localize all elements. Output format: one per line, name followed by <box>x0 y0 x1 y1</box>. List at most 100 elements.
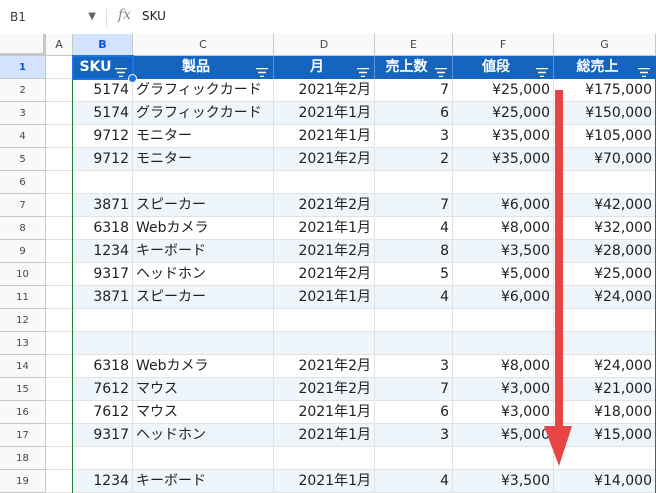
cell-a[interactable] <box>46 332 73 355</box>
cell-a[interactable] <box>46 102 73 125</box>
table-cell-qty[interactable]: 6 <box>375 102 453 125</box>
table-cell-sku[interactable]: 1234 <box>73 240 133 263</box>
table-cell-qty[interactable]: 8 <box>375 240 453 263</box>
table-cell-product[interactable]: グラフィックカード <box>133 79 274 102</box>
table-cell-sku[interactable]: 7612 <box>73 378 133 401</box>
select-all-corner[interactable] <box>0 34 46 56</box>
header-cell-g[interactable]: 総売上 <box>554 56 656 79</box>
table-cell-sku[interactable]: 9712 <box>73 125 133 148</box>
cell-a[interactable] <box>46 171 73 194</box>
table-cell-sku[interactable]: 5174 <box>73 102 133 125</box>
row-header[interactable]: 4 <box>0 125 46 148</box>
table-cell-sku[interactable]: 9712 <box>73 148 133 171</box>
table-cell-month[interactable] <box>274 171 375 194</box>
table-cell-total[interactable]: ¥14,000 <box>554 470 656 493</box>
row-header[interactable]: 9 <box>0 240 46 263</box>
row-header[interactable]: 14 <box>0 355 46 378</box>
cell-a[interactable] <box>46 355 73 378</box>
table-cell-qty[interactable]: 3 <box>375 424 453 447</box>
table-cell-month[interactable] <box>274 447 375 470</box>
row-header[interactable]: 5 <box>0 148 46 171</box>
column-header-f[interactable]: F <box>453 34 554 56</box>
column-header-e[interactable]: E <box>375 34 453 56</box>
row-header[interactable]: 8 <box>0 217 46 240</box>
table-cell-month[interactable]: 2021年1月 <box>274 102 375 125</box>
cell-a[interactable] <box>46 125 73 148</box>
cell-a[interactable] <box>46 217 73 240</box>
table-cell-sku[interactable] <box>73 447 133 470</box>
fill-handle[interactable] <box>128 74 137 83</box>
table-cell-qty[interactable]: 4 <box>375 286 453 309</box>
filter-icon[interactable] <box>638 62 650 78</box>
table-cell-price[interactable]: ¥3,500 <box>453 470 554 493</box>
cell-a[interactable] <box>46 286 73 309</box>
table-cell-month[interactable]: 2021年2月 <box>274 355 375 378</box>
row-header[interactable]: 15 <box>0 378 46 401</box>
formula-input[interactable]: SKU <box>142 9 166 23</box>
table-cell-qty[interactable]: 3 <box>375 355 453 378</box>
table-cell-month[interactable]: 2021年2月 <box>274 378 375 401</box>
table-cell-month[interactable]: 2021年1月 <box>274 217 375 240</box>
column-header-a[interactable]: A <box>46 34 73 56</box>
filter-icon[interactable] <box>357 62 369 78</box>
cell-a[interactable] <box>46 79 73 102</box>
row-header[interactable]: 3 <box>0 102 46 125</box>
table-cell-product[interactable]: スピーカー <box>133 194 274 217</box>
cell-a[interactable] <box>46 309 73 332</box>
column-header-c[interactable]: C <box>133 34 274 56</box>
row-header[interactable]: 11 <box>0 286 46 309</box>
row-header[interactable]: 18 <box>0 447 46 470</box>
table-cell-month[interactable]: 2021年2月 <box>274 194 375 217</box>
table-cell-product[interactable] <box>133 309 274 332</box>
table-cell-qty[interactable]: 7 <box>375 79 453 102</box>
cell-a[interactable] <box>46 401 73 424</box>
table-cell-qty[interactable]: 7 <box>375 194 453 217</box>
table-cell-month[interactable]: 2021年1月 <box>274 125 375 148</box>
table-cell-sku[interactable]: 9317 <box>73 263 133 286</box>
row-header[interactable]: 17 <box>0 424 46 447</box>
header-cell-c[interactable]: 製品 <box>133 56 274 79</box>
table-cell-product[interactable]: ヘッドホン <box>133 263 274 286</box>
table-cell-month[interactable]: 2021年2月 <box>274 148 375 171</box>
table-cell-product[interactable] <box>133 332 274 355</box>
row-header-1[interactable]: 1 <box>0 56 46 79</box>
cell-a1[interactable] <box>46 56 73 79</box>
table-cell-sku[interactable] <box>73 309 133 332</box>
table-cell-qty[interactable]: 6 <box>375 401 453 424</box>
filter-icon[interactable] <box>536 62 548 78</box>
table-cell-sku[interactable]: 1234 <box>73 470 133 493</box>
table-cell-product[interactable] <box>133 171 274 194</box>
column-header-d[interactable]: D <box>274 34 375 56</box>
table-cell-product[interactable]: キーボード <box>133 470 274 493</box>
table-cell-product[interactable]: キーボード <box>133 240 274 263</box>
table-cell-sku[interactable] <box>73 332 133 355</box>
row-header[interactable]: 6 <box>0 171 46 194</box>
table-cell-product[interactable] <box>133 447 274 470</box>
table-cell-month[interactable]: 2021年2月 <box>274 240 375 263</box>
table-cell-sku[interactable]: 6318 <box>73 355 133 378</box>
header-cell-e[interactable]: 売上数 <box>375 56 453 79</box>
row-header[interactable]: 2 <box>0 79 46 102</box>
row-header[interactable]: 10 <box>0 263 46 286</box>
cell-a[interactable] <box>46 424 73 447</box>
cell-a[interactable] <box>46 378 73 401</box>
table-cell-qty[interactable]: 2 <box>375 148 453 171</box>
column-header-g[interactable]: G <box>554 34 656 56</box>
row-header[interactable]: 12 <box>0 309 46 332</box>
filter-icon[interactable] <box>256 62 268 78</box>
table-cell-product[interactable]: スピーカー <box>133 286 274 309</box>
header-cell-f[interactable]: 値段 <box>453 56 554 79</box>
table-cell-qty[interactable]: 4 <box>375 470 453 493</box>
table-cell-qty[interactable] <box>375 309 453 332</box>
filter-icon[interactable] <box>115 62 127 78</box>
table-cell-qty[interactable] <box>375 171 453 194</box>
table-cell-month[interactable]: 2021年2月 <box>274 79 375 102</box>
row-header[interactable]: 19 <box>0 470 46 493</box>
header-cell-d[interactable]: 月 <box>274 56 375 79</box>
table-cell-product[interactable]: マウス <box>133 378 274 401</box>
row-header[interactable]: 7 <box>0 194 46 217</box>
chevron-down-icon[interactable]: ▼ <box>88 8 96 26</box>
table-cell-product[interactable]: Webカメラ <box>133 355 274 378</box>
table-cell-month[interactable]: 2021年2月 <box>274 263 375 286</box>
table-cell-sku[interactable]: 3871 <box>73 194 133 217</box>
